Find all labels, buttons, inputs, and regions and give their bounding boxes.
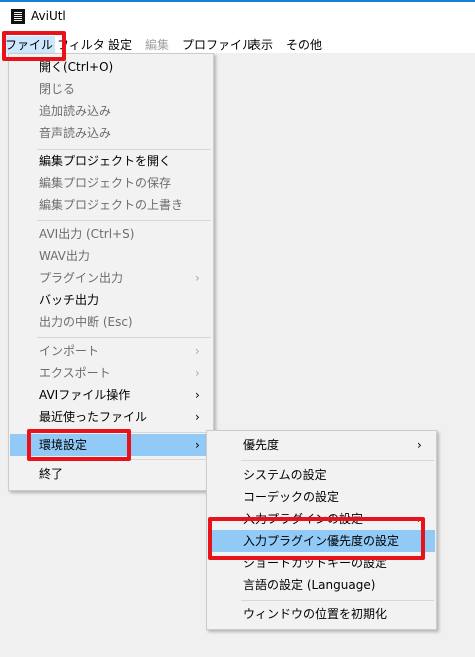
file-menu: 開く(Ctrl+O) 閉じる 追加読み込み 音声読み込み 編集プロジェクトを開く… <box>8 53 214 491</box>
menu-item-exit[interactable]: 終了 <box>9 463 213 485</box>
menu-profile[interactable]: プロファイル <box>182 36 254 53</box>
chevron-right-icon: › <box>195 388 200 402</box>
menu-item-label: システムの設定 <box>243 468 327 482</box>
menu-item-label: 終了 <box>39 467 64 481</box>
menu-separator <box>37 220 211 221</box>
menu-item-wav-output[interactable]: WAV出力 <box>9 245 213 267</box>
chevron-right-icon: › <box>195 344 200 358</box>
annotation-box-file <box>2 31 66 61</box>
menu-item-batch-output[interactable]: バッチ出力 <box>9 289 213 311</box>
menu-item-label: 最近使ったファイル <box>39 410 148 424</box>
menu-separator <box>37 337 211 338</box>
menu-item-avi-file-ops[interactable]: AVIファイル操作 › <box>9 384 213 406</box>
menu-item-label: 編集プロジェクトの上書き <box>39 198 184 212</box>
menu-item-overwrite-project[interactable]: 編集プロジェクトの上書き <box>9 194 213 216</box>
menu-item-label: 音声読み込み <box>39 126 112 140</box>
menu-item-label: バッチ出力 <box>39 293 100 307</box>
submenu-item-reset-window-position[interactable]: ウィンドウの位置を初期化 <box>207 603 436 625</box>
menu-item-open-project[interactable]: 編集プロジェクトを開く <box>9 150 213 172</box>
chevron-right-icon: › <box>417 438 422 452</box>
submenu-item-language[interactable]: 言語の設定 (Language) <box>207 574 436 596</box>
menu-item-label: WAV出力 <box>39 249 90 263</box>
menu-item-label: 閉じる <box>39 82 76 96</box>
chevron-right-icon: › <box>195 271 200 285</box>
title-bar: AviUtl <box>0 0 475 33</box>
menu-item-label: インポート <box>39 344 100 358</box>
menu-item-label: 言語の設定 (Language) <box>243 578 376 592</box>
annotation-box-environment-settings <box>27 429 131 461</box>
menu-separator <box>241 600 434 601</box>
menu-item-label: コーデックの設定 <box>243 490 340 504</box>
menu-settings[interactable]: 設定 <box>108 36 132 53</box>
menu-item-label: 優先度 <box>243 438 280 452</box>
menu-item-export[interactable]: エクスポート › <box>9 362 213 384</box>
window-title: AviUtl <box>31 9 66 23</box>
menu-item-recent-files[interactable]: 最近使ったファイル › <box>9 406 213 428</box>
menu-item-label: 編集プロジェクトの保存 <box>39 176 172 190</box>
menu-item-label: AVI出力 (Ctrl+S) <box>39 227 135 241</box>
chevron-right-icon: › <box>195 438 200 452</box>
menu-separator <box>241 460 434 461</box>
annotation-box-input-plugin-priority <box>208 517 425 560</box>
film-icon <box>11 9 25 24</box>
menu-view[interactable]: 表示 <box>249 36 273 53</box>
menu-item-label: ウィンドウの位置を初期化 <box>243 607 388 621</box>
menu-item-append-load[interactable]: 追加読み込み <box>9 100 213 122</box>
submenu-item-system-settings[interactable]: システムの設定 <box>207 464 436 486</box>
menu-other[interactable]: その他 <box>286 36 322 53</box>
menu-item-plugin-output[interactable]: プラグイン出力 › <box>9 267 213 289</box>
menu-item-label: エクスポート <box>39 366 111 380</box>
menu-item-label: プラグイン出力 <box>39 271 124 285</box>
menu-item-label: 出力の中断 (Esc) <box>39 315 133 329</box>
menu-item-close[interactable]: 閉じる <box>9 78 213 100</box>
menu-item-avi-output[interactable]: AVI出力 (Ctrl+S) <box>9 223 213 245</box>
menu-item-label: AVIファイル操作 <box>39 388 131 402</box>
chevron-right-icon: › <box>195 410 200 424</box>
menu-item-label: 追加読み込み <box>39 104 112 118</box>
submenu-item-codec-settings[interactable]: コーデックの設定 <box>207 486 436 508</box>
chevron-right-icon: › <box>195 366 200 380</box>
menu-edit[interactable]: 編集 <box>145 36 169 53</box>
submenu-item-priority[interactable]: 優先度 › <box>207 434 436 456</box>
menu-item-label: 編集プロジェクトを開く <box>39 154 172 168</box>
title-bar-accent <box>0 0 475 2</box>
menu-item-import[interactable]: インポート › <box>9 340 213 362</box>
menu-bar: ファイル フィルタ 設定 編集 プロファイル 表示 その他 <box>0 33 475 53</box>
menu-item-audio-load[interactable]: 音声読み込み <box>9 122 213 144</box>
menu-item-abort-output[interactable]: 出力の中断 (Esc) <box>9 311 213 333</box>
menu-item-save-project[interactable]: 編集プロジェクトの保存 <box>9 172 213 194</box>
